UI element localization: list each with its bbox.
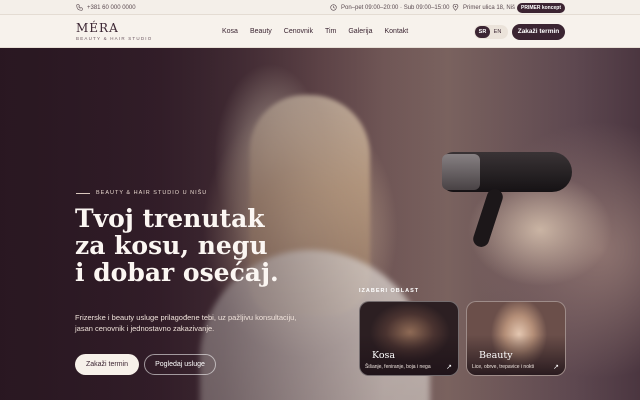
hero-book-appointment-button[interactable]: Zakaži termin	[75, 354, 139, 375]
area-card-title: Beauty	[479, 350, 513, 361]
topbar-address-text: Primer ulica 18, Niš	[463, 4, 516, 11]
brand-tagline: BEAUTY & HAIR STUDIO	[76, 36, 153, 41]
headline-line-3: i dobar osećaj.	[75, 258, 279, 287]
topbar-phone-text: +381 60 000 0000	[87, 4, 136, 11]
area-card-title: Kosa	[372, 350, 396, 361]
hero-headline: Tvoj trenutak za kosu, negu i dobar oseć…	[75, 205, 355, 286]
headline-line-2: za kosu, negu	[75, 231, 268, 260]
choose-area-label: IZABERI OBLAST	[359, 288, 420, 294]
area-card-beauty[interactable]: Beauty Lice, obrve, trepavice i nokti ↗	[466, 301, 566, 376]
lang-sr-button[interactable]: SR	[475, 26, 490, 38]
nav-item-beauty[interactable]: Beauty	[250, 28, 272, 35]
top-info-bar: +381 60 000 0000 Pon–pet 09:00–20:00 · S…	[0, 0, 640, 15]
area-card-kosa[interactable]: Kosa Šišanje, feniranje, boja i nega ↗	[359, 301, 459, 376]
main-navigation: MÉRA BEAUTY & HAIR STUDIO Kosa Beauty Ce…	[0, 15, 640, 48]
language-switcher: SR EN	[474, 25, 508, 39]
nav-menu: Kosa Beauty Cenovnik Tim Galerija Kontak…	[222, 28, 420, 35]
topbar-phone[interactable]: +381 60 000 0000	[76, 4, 136, 11]
arrow-up-right-icon: ↗	[553, 364, 559, 371]
concept-badge: PRIMER koncept	[517, 3, 566, 13]
hero-kicker-text: BEAUTY & HAIR STUDIO U NIŠU	[96, 190, 208, 196]
nav-item-kontakt[interactable]: Kontakt	[384, 28, 408, 35]
nav-item-cenovnik[interactable]: Cenovnik	[284, 28, 313, 35]
topbar-address[interactable]: Primer ulica 18, Niš	[452, 4, 515, 11]
headline-line-1: Tvoj trenutak	[75, 204, 265, 233]
area-card-subtitle: Šišanje, feniranje, boja i nega	[365, 364, 431, 370]
nav-item-galerija[interactable]: Galerija	[348, 28, 372, 35]
brand-name: MÉRA	[76, 21, 119, 35]
topbar-hours: Pon–pet 09:00–20:00 · Sub 09:00–15:00	[330, 4, 449, 11]
hero-kicker: BEAUTY & HAIR STUDIO U NIŠU	[76, 190, 207, 196]
location-pin-icon	[452, 4, 459, 11]
nav-book-appointment-button[interactable]: Zakaži termin	[512, 24, 565, 40]
nav-item-tim[interactable]: Tim	[325, 28, 336, 35]
topbar-hours-text: Pon–pet 09:00–20:00 · Sub 09:00–15:00	[341, 4, 450, 11]
hero-view-services-button[interactable]: Pogledaj usluge	[144, 354, 216, 375]
phone-icon	[76, 4, 83, 11]
nav-item-kosa[interactable]: Kosa	[222, 28, 238, 35]
clock-icon	[330, 4, 337, 11]
arrow-up-right-icon: ↗	[446, 364, 452, 371]
lang-en-button[interactable]: EN	[490, 29, 505, 35]
hero-lead-text: Frizerske i beauty usluge prilagođene te…	[75, 313, 297, 333]
kicker-divider	[76, 192, 90, 194]
brand-logo[interactable]: MÉRA BEAUTY & HAIR STUDIO	[76, 22, 152, 41]
area-card-subtitle: Lice, obrve, trepavice i nokti	[472, 364, 534, 370]
